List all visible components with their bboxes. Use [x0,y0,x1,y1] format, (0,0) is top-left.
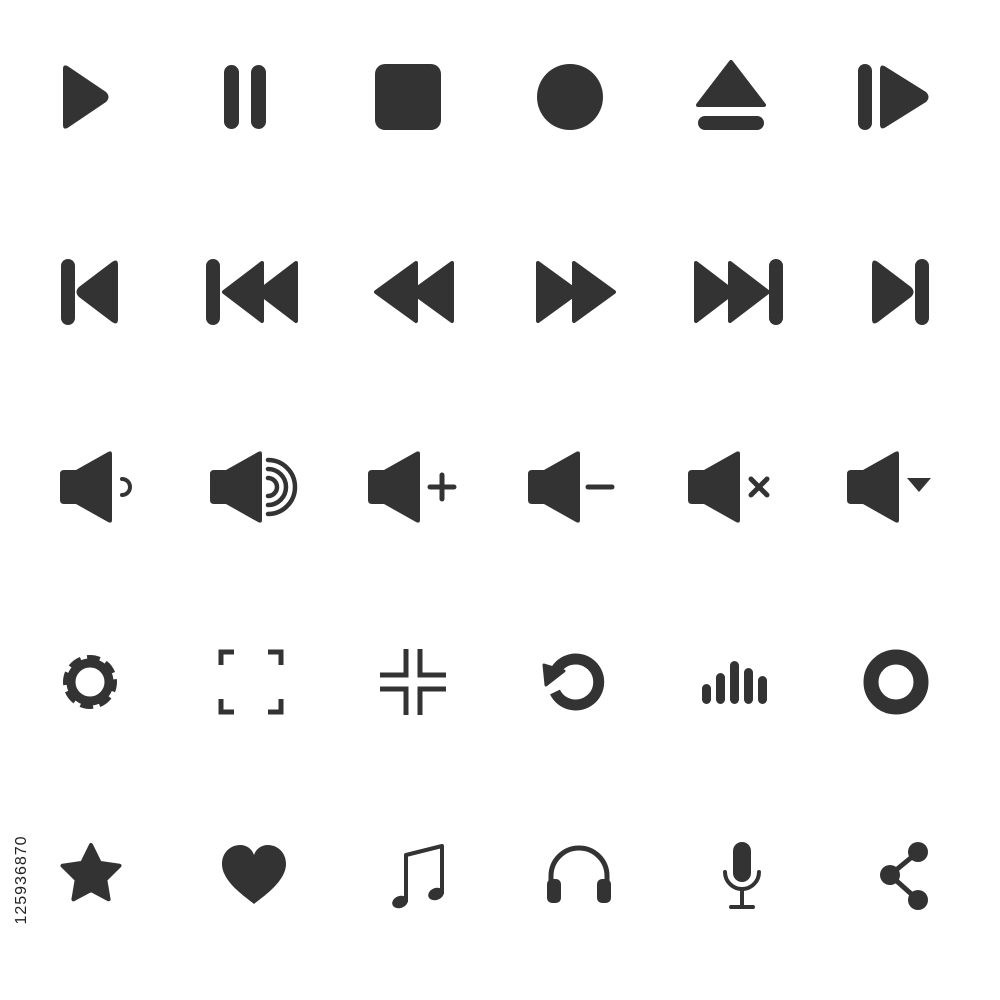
play-icon [28,42,138,152]
fullscreen-enter-icon [196,627,306,737]
skip-to-start-icon [33,237,143,347]
volume-up-icon [350,432,460,542]
volume-down-icon [510,432,620,542]
volume-low-icon [42,432,152,542]
fast-skip-back-icon [197,237,307,347]
microphone-icon [687,820,797,930]
stock-id-label: 125936870 [13,835,30,925]
fullscreen-exit-icon [358,627,468,737]
stop-icon [353,42,463,152]
settings-gear-icon [35,627,145,737]
skip-to-end-icon [845,237,955,347]
ring-icon [841,627,951,737]
volume-mute-icon [670,432,780,542]
headphones-icon [524,820,634,930]
fast-forward-icon [520,237,630,347]
music-note-icon [362,820,472,930]
record-icon [515,42,625,152]
replay-icon [518,627,628,737]
eject-icon [676,42,786,152]
volume-menu-icon [829,432,939,542]
play-pause-icon [838,42,948,152]
volume-high-icon [192,432,302,542]
fast-skip-forward-icon [683,237,793,347]
heart-icon [199,820,309,930]
equalizer-icon [680,627,790,737]
share-icon [850,820,960,930]
rewind-icon [358,237,468,347]
star-icon [36,820,146,930]
pause-icon [190,42,300,152]
